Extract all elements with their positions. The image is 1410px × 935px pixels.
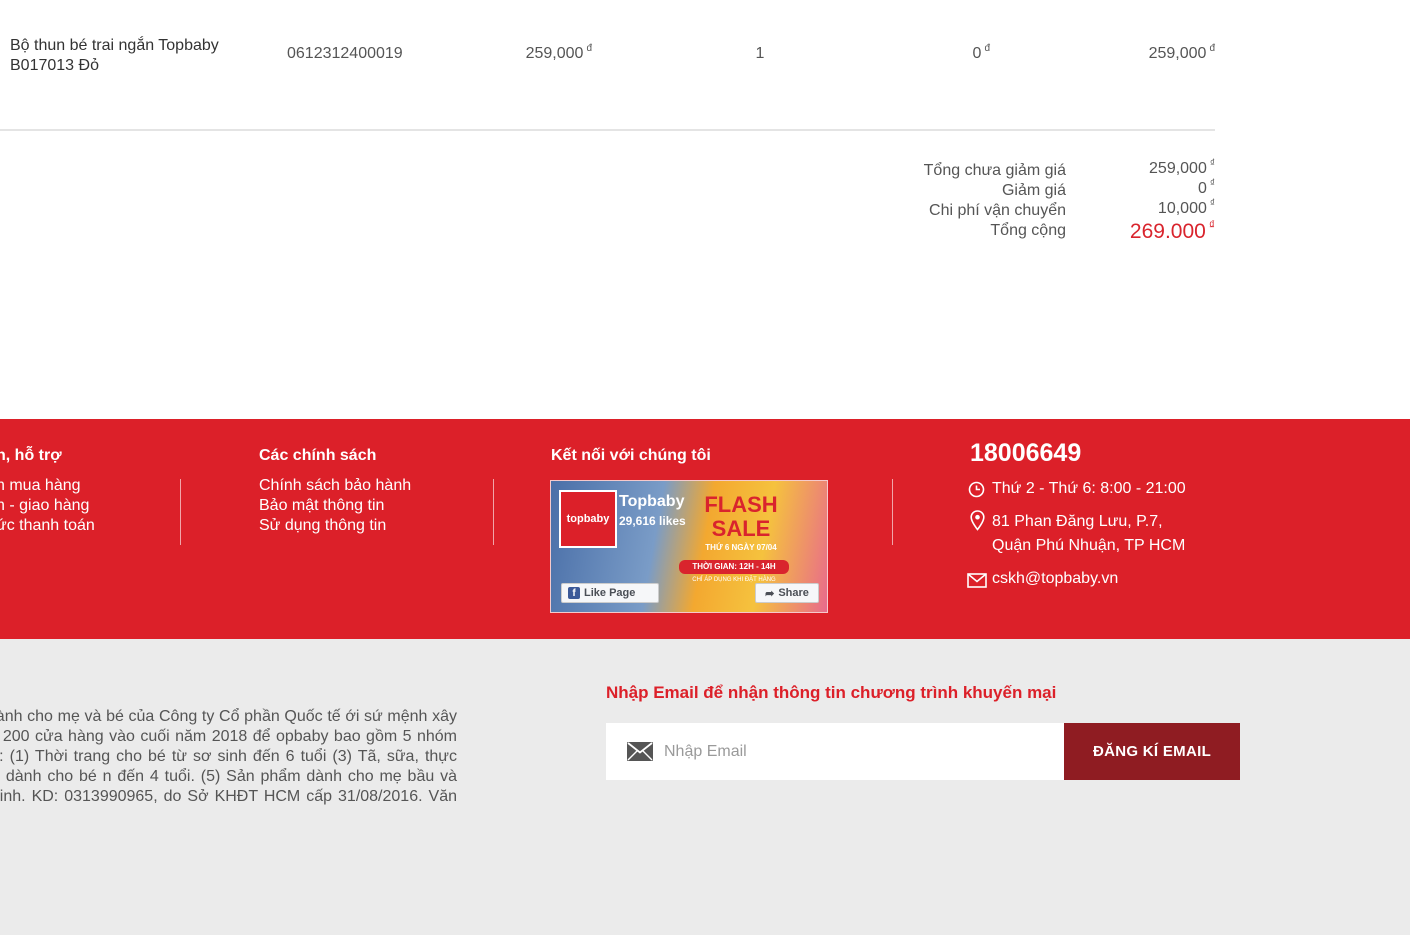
flash-sale-banner-title: FLASH SALE (704, 492, 778, 541)
footer-bottom: ẩm dành cho mẹ và bé của Công ty Cổ phần… (0, 639, 1410, 935)
currency-symbol: ₫ (1209, 198, 1215, 209)
line-total: 259,000 đ (1100, 43, 1215, 63)
policies-links: Chính sách bảo hành Bảo mật thông tin Sử… (259, 476, 411, 536)
company-about-text: ẩm dành cho mẹ và bé của Công ty Cổ phần… (0, 708, 457, 805)
support-email[interactable]: cskh@topbaby.vn (992, 567, 1118, 591)
fb-share-button[interactable]: ➦ Share (755, 583, 819, 603)
grand-total-amount: 269.000 (1129, 220, 1206, 243)
line-total-value: 259,000 (1148, 45, 1207, 62)
shipping-value: 10,000 ₫ (1157, 198, 1215, 218)
fb-page-name[interactable]: Topbaby (619, 493, 684, 511)
newsletter-email-input[interactable] (662, 723, 1056, 780)
support-link-payment[interactable]: ức thanh toán (0, 516, 95, 536)
subtotal-label: Tổng chưa giảm giá (923, 162, 1066, 179)
order-item-row: Bộ thun bé trai ngắn Topbaby B017013 Đỏ … (0, 0, 1215, 131)
product-name[interactable]: Bộ thun bé trai ngắn Topbaby B017013 Đỏ (10, 36, 270, 76)
unit-price: 259,000 đ (480, 43, 592, 63)
shipping-label: Chi phí vận chuyển (929, 202, 1066, 219)
product-sku: 0612312400019 (287, 45, 403, 62)
grand-total-value: 269.000 ₫ (1129, 218, 1215, 244)
support-heading: n, hỗ trợ (0, 447, 62, 464)
newsletter-input-box (606, 723, 1064, 780)
footer-main: n, hỗ trợ n mua hàng n - giao hàng ức th… (0, 419, 1410, 639)
currency-symbol: ₫ (1209, 158, 1215, 169)
connect-heading: Kết nối với chúng tôi (551, 447, 711, 464)
column-divider (892, 479, 893, 545)
support-link-buying-guide[interactable]: n mua hàng (0, 476, 95, 496)
quantity: 1 (755, 45, 765, 62)
envelope-icon (967, 572, 987, 588)
summary-grand-total-row: Tổng cộng 269.000 ₫ (860, 218, 1215, 246)
support-links: n mua hàng n - giao hàng ức thanh toán (0, 476, 95, 536)
address-line-1: 81 Phan Đăng Lưu, P.7, (992, 513, 1163, 530)
currency-symbol: ₫ (1208, 218, 1215, 232)
unit-price-value: 259,000 (525, 45, 584, 62)
newsletter-title: Nhập Email để nhận thông tin chương trìn… (606, 683, 1057, 702)
facebook-icon: f (568, 587, 580, 599)
address: 81 Phan Đăng Lưu, P.7, Quận Phú Nhuận, T… (992, 510, 1185, 558)
subtotal-value: 259,000 ₫ (1149, 158, 1215, 178)
fb-likes-count: 29,616 likes (619, 514, 686, 528)
policy-link-privacy[interactable]: Bảo mật thông tin (259, 496, 411, 516)
column-divider (493, 479, 494, 545)
order-summary: Tổng chưa giảm giá 259,000 ₫ Giảm giá 0 ₫ … (860, 158, 1215, 246)
fb-like-page-button[interactable]: f Like Page (561, 583, 659, 603)
summary-discount-row: Giảm giá 0 ₫ (860, 178, 1215, 200)
discount-value: 0 ₫ (1197, 178, 1215, 198)
clock-icon (967, 480, 985, 498)
policy-link-usage[interactable]: Sử dụng thông tin (259, 516, 411, 536)
discount-amount: 0 (1197, 180, 1207, 197)
hotline-number[interactable]: 18006649 (970, 439, 1081, 468)
line-discount-value: 0 (972, 45, 982, 62)
currency-symbol: đ (586, 43, 592, 54)
share-arrow-icon: ➦ (765, 587, 775, 600)
facebook-page-widget[interactable]: topbaby Topbaby 29,616 likes FLASH SALE … (550, 480, 828, 613)
envelope-icon (626, 741, 653, 761)
fb-share-label: Share (778, 587, 809, 599)
map-pin-icon (968, 509, 986, 531)
line-discount: 0đ (900, 43, 990, 63)
currency-symbol: đ (1209, 43, 1215, 54)
shipping-amount: 10,000 (1157, 200, 1207, 217)
subtotal-amount: 259,000 (1149, 160, 1207, 177)
topbaby-logo: topbaby (559, 490, 617, 548)
flash-sale-date: THỨ 6 NGÀY 07/04 (705, 543, 777, 552)
flash-sale-time: THỜI GIAN: 12H - 14H (679, 560, 789, 574)
policies-heading: Các chính sách (259, 447, 377, 464)
summary-shipping-row: Chi phí vận chuyển 10,000 ₫ (860, 198, 1215, 220)
grand-total-label: Tổng cộng (990, 222, 1066, 239)
column-divider (180, 479, 181, 545)
support-link-delivery[interactable]: n - giao hàng (0, 496, 95, 516)
working-hours: Thứ 2 - Thứ 6: 8:00 - 21:00 (992, 480, 1186, 497)
fb-like-label: Like Page (584, 587, 636, 599)
policy-link-warranty[interactable]: Chính sách bảo hành (259, 476, 411, 496)
summary-subtotal-row: Tổng chưa giảm giá 259,000 ₫ (860, 158, 1215, 180)
subscribe-email-button[interactable]: ĐĂNG KÍ EMAIL (1064, 723, 1240, 780)
currency-symbol: ₫ (1209, 178, 1215, 189)
address-line-2: Quận Phú Nhuận, TP HCM (992, 537, 1186, 554)
currency-symbol: đ (984, 43, 990, 54)
discount-label: Giảm giá (1001, 182, 1066, 199)
